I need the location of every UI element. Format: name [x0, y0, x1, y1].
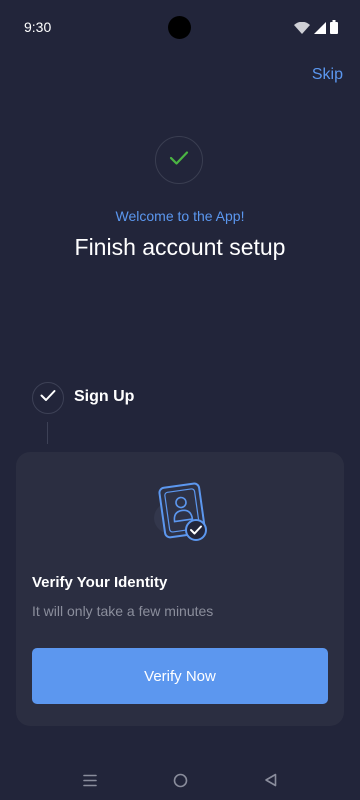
- wifi-icon: [294, 21, 310, 39]
- step-label-sign-up: Sign Up: [74, 388, 135, 405]
- battery-icon: [330, 20, 338, 39]
- check-icon: [169, 150, 189, 171]
- page-title: Finish account setup: [74, 234, 286, 260]
- welcome-text: Welcome to the App!: [115, 208, 245, 224]
- status-bar: 9:30: [0, 0, 360, 56]
- card-title: Verify Your Identity: [32, 574, 168, 591]
- step-status-sign-up: [32, 382, 64, 414]
- home-icon[interactable]: [170, 770, 190, 790]
- camera-cutout: [168, 16, 191, 39]
- verify-identity-card: Verify Your Identity It will only take a…: [16, 452, 344, 726]
- check-icon: [40, 389, 56, 407]
- skip-button[interactable]: Skip: [312, 66, 343, 84]
- system-nav-bar: [0, 760, 360, 800]
- verify-now-button[interactable]: Verify Now: [32, 648, 328, 704]
- card-subtitle: It will only take a few minutes: [32, 603, 214, 619]
- back-icon[interactable]: [260, 770, 280, 790]
- signal-icon: [314, 21, 326, 39]
- menu-icon[interactable]: [80, 770, 100, 790]
- id-card-verified-icon: [150, 478, 212, 549]
- status-time: 9:30: [24, 19, 52, 35]
- success-badge: [155, 136, 203, 184]
- status-icons: [294, 20, 338, 39]
- step-connector: [47, 422, 48, 444]
